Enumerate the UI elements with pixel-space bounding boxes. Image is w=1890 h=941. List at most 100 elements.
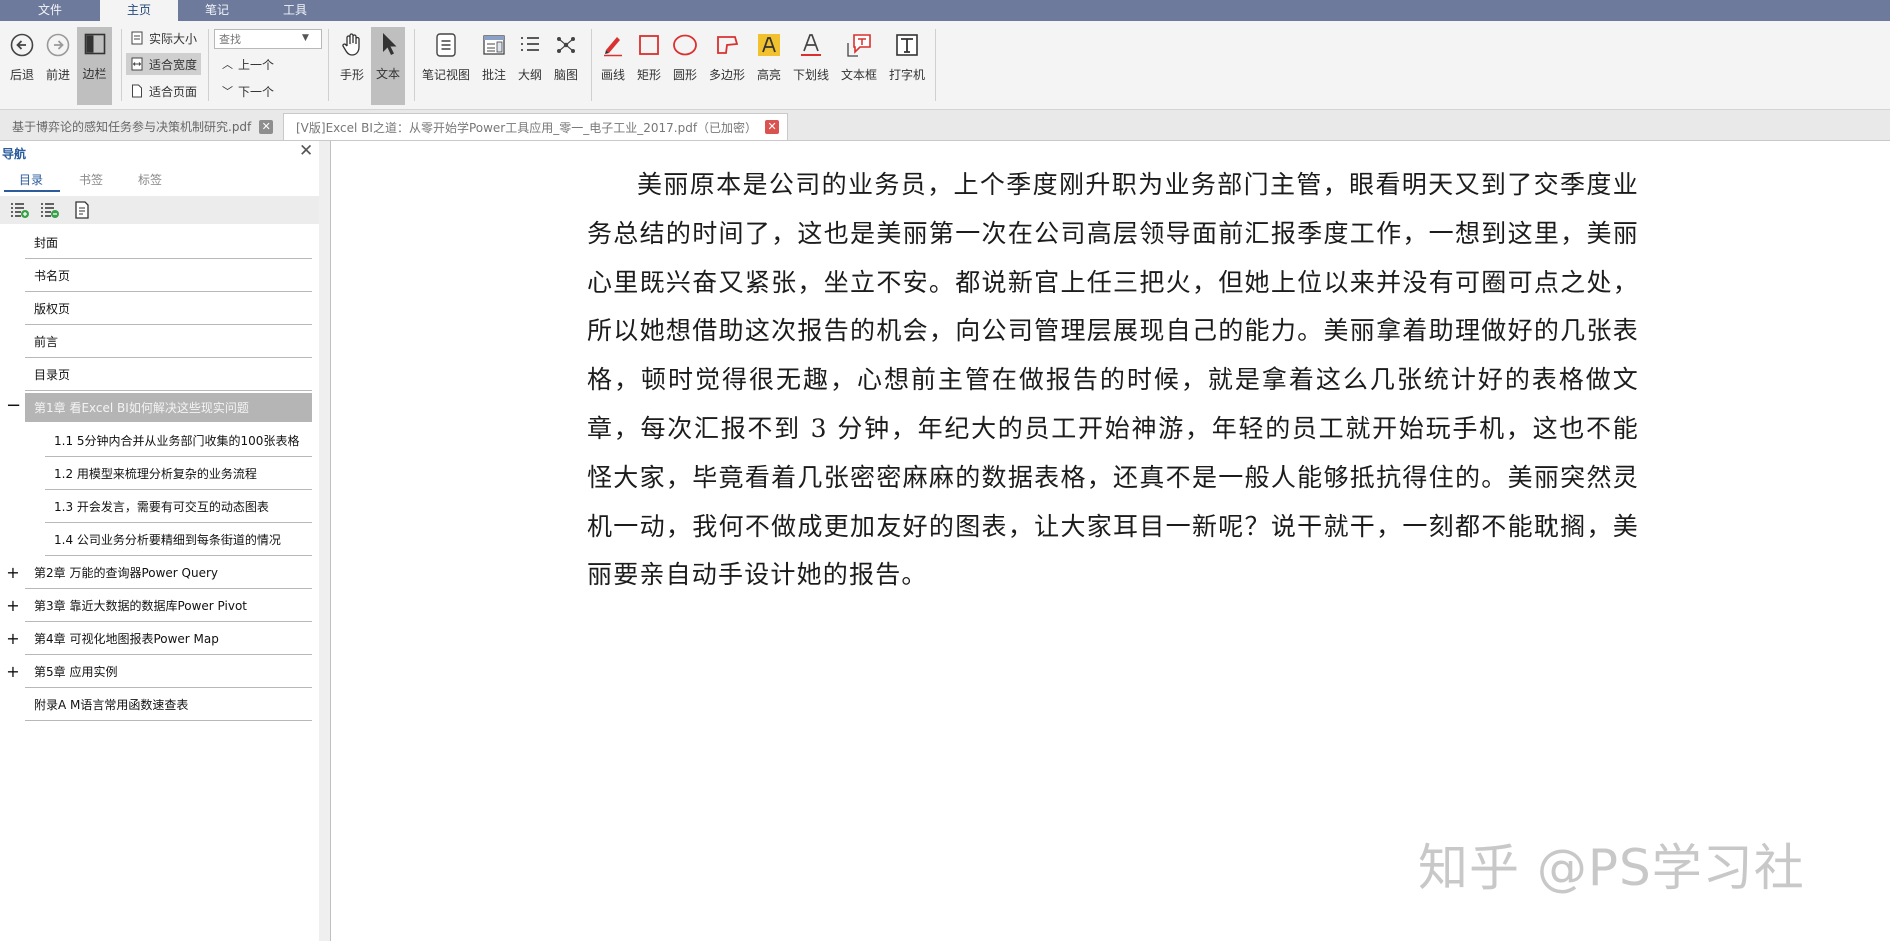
sidebar-panel-icon — [77, 27, 112, 61]
toc-item-label: 第1章 看Excel BI如何解决这些现实问题 — [34, 401, 249, 415]
ribbon-separator — [414, 29, 415, 101]
mindmap-button[interactable]: 脑图 — [551, 28, 581, 83]
text-select-button[interactable]: 文本 — [371, 27, 405, 105]
toc-item-label: 第4章 可视化地图报表Power Map — [34, 632, 219, 646]
locate-current-icon[interactable] — [72, 201, 92, 219]
navigation-panel: 导航 ✕ 目录 书签 标签 封面 书名页 版权页 前言 目录页 − 第1章 看E… — [0, 141, 320, 941]
page-paragraph: 美丽原本是公司的业务员，上个季度刚升职为业务部门主管，眼看明天又到了交季度业务总… — [587, 170, 1639, 590]
toc-item[interactable]: 第5章 应用实例 — [25, 656, 312, 688]
watermark: 知乎 @PS学习社 — [1418, 839, 1805, 897]
back-button[interactable]: 后退 — [7, 28, 37, 83]
rectangle-icon — [634, 28, 664, 62]
ribbon-toolbar: 后退 前进 边栏 实际大小 适合宽度 适合页面 ▼ ︿ 上一个 ﹀ 下一个 — [0, 21, 1890, 110]
rectangle-button[interactable]: 矩形 — [634, 28, 664, 83]
doc-tab-excel-bi[interactable]: [V版]Excel BI之道：从零开始学Power工具应用_零一_电子工业_20… — [283, 113, 789, 140]
sidebar-toggle-button[interactable]: 边栏 — [77, 27, 112, 105]
forward-arrow-icon — [43, 28, 73, 62]
toc-item-label: 第3章 靠近大数据的数据库Power Pivot — [34, 599, 248, 613]
search-dropdown-icon[interactable]: ▼ — [302, 33, 309, 43]
underline-button[interactable]: 下划线 — [790, 28, 832, 83]
close-icon[interactable]: ✕ — [765, 120, 780, 134]
collapse-all-icon[interactable] — [40, 201, 60, 219]
fit-width-button[interactable]: 适合宽度 — [126, 53, 202, 75]
find-next-button[interactable]: ﹀ 下一个 — [218, 80, 278, 102]
outline-button[interactable]: 大纲 — [515, 28, 545, 83]
hand-tool-button[interactable]: 手形 — [334, 28, 370, 83]
nav-tabs: 目录 书签 标签 — [0, 169, 319, 192]
toc-item[interactable]: 版权页 — [25, 293, 312, 325]
actual-size-label: 实际大小 — [149, 31, 198, 46]
nav-tab-tags[interactable]: 标签 — [138, 171, 162, 188]
fit-width-icon — [131, 57, 143, 71]
forward-button[interactable]: 前进 — [43, 28, 73, 83]
circle-icon — [670, 28, 700, 62]
toc-item-label: 1.2 用模型来梳理分析复杂的业务流程 — [54, 467, 257, 481]
nav-tab-bookmarks[interactable]: 书签 — [79, 171, 103, 188]
close-icon[interactable]: ✕ — [299, 141, 313, 161]
toc-subitem[interactable]: 1.3 开会发言，需要有可交互的动态图表 — [45, 491, 312, 523]
toc-item[interactable]: 封面 — [25, 227, 312, 259]
expand-all-icon[interactable] — [10, 201, 30, 219]
toc-item-label: 版权页 — [34, 302, 71, 316]
panel-splitter[interactable] — [319, 141, 331, 941]
toc-item-label: 1.1 5分钟内合并从业务部门收集的100张表格 — [54, 434, 300, 448]
ribbon-separator — [328, 29, 329, 101]
textbox-button[interactable]: 文本框 — [838, 28, 880, 83]
actual-size-button[interactable]: 实际大小 — [126, 27, 201, 49]
expand-plus-icon[interactable]: + — [6, 563, 20, 582]
polygon-label: 多边形 — [708, 68, 745, 82]
find-prev-label: 上一个 — [238, 57, 275, 72]
toc-item[interactable]: 附录A M语言常用函数速查表 — [25, 689, 312, 721]
note-view-icon — [421, 28, 471, 62]
toc-item-label: 1.4 公司业务分析要精细到每条街道的情况 — [54, 533, 281, 547]
expand-plus-icon[interactable]: + — [6, 629, 20, 648]
menu-tab-notes[interactable]: 笔记 — [178, 0, 256, 21]
forward-label: 前进 — [45, 68, 70, 82]
menu-tab-home[interactable]: 主页 — [100, 0, 178, 21]
annotate-button[interactable]: 批注 — [479, 28, 509, 83]
typewriter-label: 打字机 — [888, 68, 925, 82]
highlight-label: 高亮 — [756, 68, 781, 82]
note-view-button[interactable]: 笔记视图 — [421, 28, 471, 83]
toc-item[interactable]: 第4章 可视化地图报表Power Map — [25, 623, 312, 655]
nav-tab-toc[interactable]: 目录 — [19, 171, 43, 188]
close-icon[interactable]: ✕ — [259, 119, 274, 134]
note-view-label: 笔记视图 — [421, 68, 470, 82]
toc-subitem[interactable]: 1.4 公司业务分析要精细到每条街道的情况 — [45, 524, 312, 556]
toc-subitem[interactable]: 1.2 用模型来梳理分析复杂的业务流程 — [45, 458, 312, 490]
fit-page-button[interactable]: 适合页面 — [126, 80, 201, 102]
expand-plus-icon[interactable]: + — [6, 596, 20, 615]
menu-tab-file[interactable]: 文件 — [0, 0, 100, 21]
toc-item[interactable]: 第2章 万能的查询器Power Query — [25, 557, 312, 589]
polygon-button[interactable]: 多边形 — [706, 28, 748, 83]
highlight-button[interactable]: 高亮 — [754, 28, 784, 83]
toc-item-label: 1.3 开会发言，需要有可交互的动态图表 — [54, 500, 269, 514]
toc-item[interactable]: 书名页 — [25, 260, 312, 292]
text-select-label: 文本 — [375, 67, 400, 81]
toc-subitem[interactable]: 1.1 5分钟内合并从业务部门收集的100张表格 — [45, 425, 312, 457]
toc-item[interactable]: 前言 — [25, 326, 312, 358]
draw-line-button[interactable]: 画线 — [598, 28, 628, 83]
back-label: 后退 — [9, 68, 34, 82]
circle-button[interactable]: 圆形 — [670, 28, 700, 83]
active-tab-indicator — [4, 190, 60, 192]
find-prev-button[interactable]: ︿ 上一个 — [218, 53, 278, 75]
toc-item[interactable]: 第3章 靠近大数据的数据库Power Pivot — [25, 590, 312, 622]
expand-plus-icon[interactable]: + — [6, 662, 20, 681]
hand-label: 手形 — [339, 68, 364, 82]
outline-label: 大纲 — [517, 68, 542, 82]
hand-icon — [334, 28, 370, 62]
chevron-up-icon: ︿ — [222, 58, 233, 71]
toc-item-label: 第2章 万能的查询器Power Query — [34, 566, 219, 580]
collapse-minus-icon[interactable]: − — [6, 395, 21, 416]
doc-tab-game-theory[interactable]: 基于博弈论的感知任务参与决策机制研究.pdf ✕ — [0, 113, 281, 140]
menu-tab-tools[interactable]: 工具 — [256, 0, 334, 21]
document-tab-bar: 基于博弈论的感知任务参与决策机制研究.pdf ✕ [V版]Excel BI之道：… — [0, 110, 1890, 141]
toc-item-selected[interactable]: 第1章 看Excel BI如何解决这些现实问题 — [25, 393, 312, 422]
toc-item[interactable]: 目录页 — [25, 359, 312, 391]
rectangle-label: 矩形 — [636, 68, 661, 82]
typewriter-button[interactable]: 打字机 — [886, 28, 928, 83]
underline-label: 下划线 — [792, 68, 829, 82]
actual-size-icon — [131, 31, 143, 45]
outline-list-icon — [515, 28, 545, 62]
